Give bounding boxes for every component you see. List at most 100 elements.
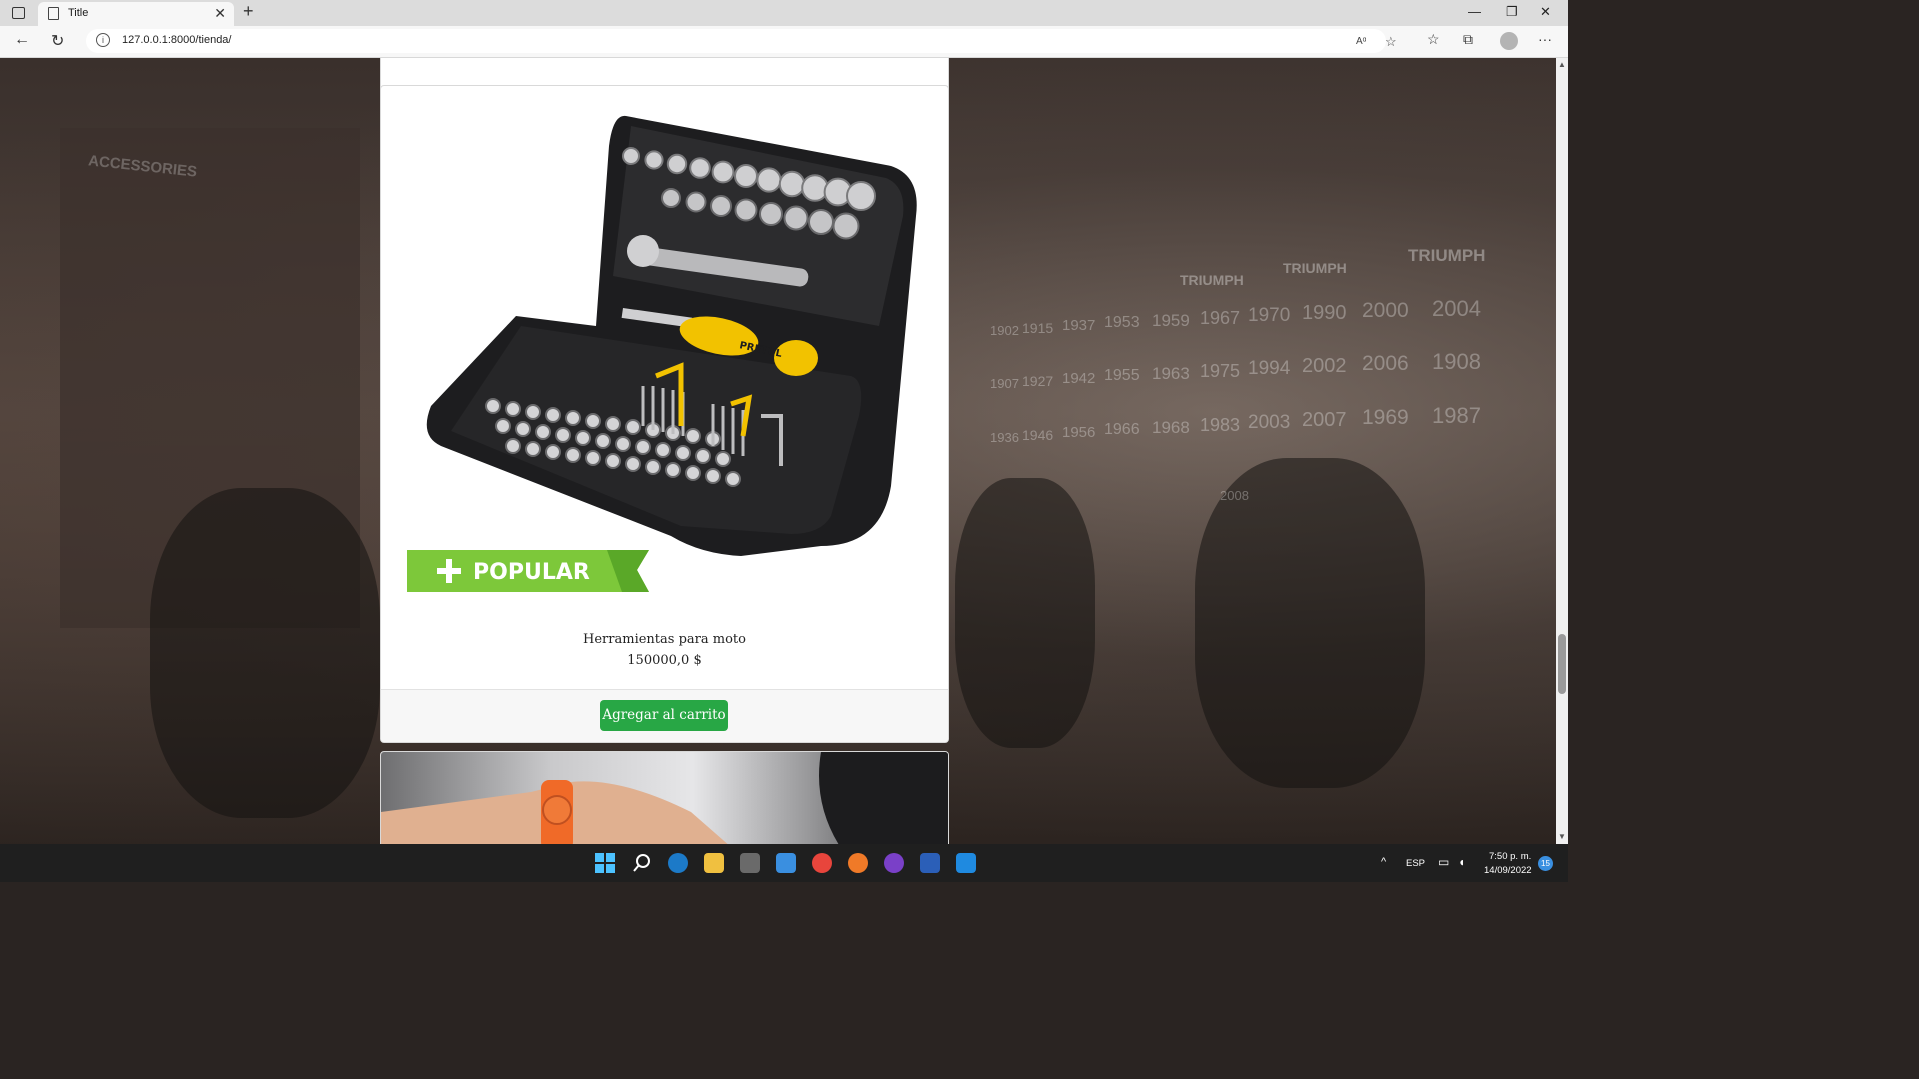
timeline-year: 1953 [1104,314,1140,331]
windows-start-icon[interactable] [595,853,615,873]
back-arrow-icon[interactable]: ← [14,31,30,49]
socket-upper [756,167,782,193]
close-tab-icon[interactable]: ✕ [214,5,226,22]
timeline-year: 2002 [1302,355,1347,377]
timeline-year: 2003 [1248,412,1291,433]
motorcycle-left [150,488,380,818]
file-explorer-icon[interactable] [704,853,724,873]
timeline-year: 1955 [1104,367,1140,384]
timeline-year: 2008 [1220,488,1249,503]
timeline-year: 2006 [1362,352,1409,375]
socket-lower [565,410,581,426]
edge-browser-icon[interactable] [668,853,688,873]
socket-upper [846,181,876,211]
socket-lower [495,418,511,434]
close-window-button[interactable]: ✕ [1540,4,1551,20]
firefox-icon[interactable] [848,853,868,873]
socket-lower [625,419,641,435]
socket-lower [515,421,531,437]
timeline-year: 1908 [1432,349,1481,374]
clock-date[interactable]: 14/09/2022 [1484,865,1532,876]
page-scrollbar[interactable]: ▲ ▼ [1556,58,1568,844]
timeline-year: 2000 [1362,299,1409,322]
timeline-year: 1983 [1200,415,1241,435]
volume-icon[interactable]: ◖ [1458,855,1465,869]
socket-upper [710,195,732,217]
socket-lower [485,398,501,414]
site-info-icon[interactable]: i [96,33,110,47]
timeline-year: 1902 [990,323,1019,338]
timeline-year: 2007 [1302,409,1347,431]
add-favorite-icon[interactable]: ☆ [1385,34,1397,50]
word-icon[interactable] [920,853,940,873]
socket-lower [565,447,581,463]
socket-lower [585,413,601,429]
scroll-down-icon[interactable]: ▼ [1558,832,1566,841]
network-icon[interactable]: ▭ [1438,855,1449,869]
search-icon[interactable] [632,853,652,873]
timeline-year: 1915 [1022,320,1054,336]
favorites-icon[interactable]: ☆ [1427,31,1440,48]
product-card-next [380,751,949,844]
socket-lower [675,445,691,461]
popular-badge-label: POPULAR [473,560,590,585]
clock-time[interactable]: 7:50 p. m. [1489,851,1531,862]
timeline-year: 1963 [1152,364,1190,383]
socket-lower [545,407,561,423]
socket-upper [666,153,688,175]
socket-lower [585,450,601,466]
socket-upper [711,160,735,184]
socket-lower [695,448,711,464]
timeline-year: 1946 [1022,427,1054,443]
profile-avatar[interactable] [1500,32,1518,50]
url-field[interactable]: i 127.0.0.1:8000/tienda/ Aᵅ ☆ [86,29,1397,53]
minimize-button[interactable]: — [1468,4,1481,19]
page-viewport: ACCESSORIES TRIUMPH TRIUMPH TRIUMPH 1902… [0,58,1556,844]
timeline-year: 1994 [1248,358,1291,379]
socket-lower [575,430,591,446]
chrome-icon[interactable] [812,853,832,873]
timeline-year: 1990 [1302,302,1347,324]
socket-lower [535,424,551,440]
vscode-icon[interactable] [956,853,976,873]
socket-lower [685,465,701,481]
timeline-year: 1987 [1432,403,1481,428]
language-indicator[interactable]: ESP [1406,858,1425,869]
timeline-year: 2004 [1432,296,1481,321]
timeline-year: 1942 [1062,370,1096,387]
socket-lower [625,456,641,472]
url-text[interactable]: 127.0.0.1:8000/tienda/ [122,34,231,46]
collections-icon[interactable]: ⧉ [1463,31,1473,48]
socket-lower [645,459,661,475]
mail-icon[interactable] [776,853,796,873]
socket-upper [734,164,758,188]
add-to-cart-button[interactable]: Agregar al carrito [600,700,728,731]
tab-active[interactable]: Title ✕ [38,2,234,26]
notification-badge[interactable]: 15 [1538,856,1553,871]
socket-upper [783,205,809,231]
show-hidden-icons-icon[interactable]: ^ [1381,856,1386,868]
timeline-year: 1936 [990,430,1019,445]
microsoft-store-icon[interactable] [740,853,760,873]
socket-lower [525,441,541,457]
scrollbar-thumb[interactable] [1558,634,1566,694]
tool-kit-image: PRETUL [426,115,917,556]
socket-upper [622,147,640,165]
timeline-year: 1967 [1200,308,1241,328]
timeline-year: 1907 [990,376,1019,391]
socket-upper [644,150,664,170]
timeline-year: 1959 [1152,311,1190,330]
scroll-up-icon[interactable]: ▲ [1558,60,1566,69]
new-tab-button[interactable]: + [243,1,254,22]
restore-button[interactable]: ❐ [1506,4,1518,20]
tab-actions-icon[interactable] [12,7,25,19]
read-aloud-icon[interactable]: Aᵅ [1356,36,1366,47]
timeline-year: 1975 [1200,361,1241,381]
socket-lower [715,451,731,467]
socket-lower [635,439,651,455]
refresh-icon[interactable]: ↻ [51,31,64,51]
more-options-icon[interactable]: ··· [1538,31,1552,47]
timeline-year: 1927 [1022,373,1054,389]
github-desktop-icon[interactable] [884,853,904,873]
socket-upper [661,188,681,208]
